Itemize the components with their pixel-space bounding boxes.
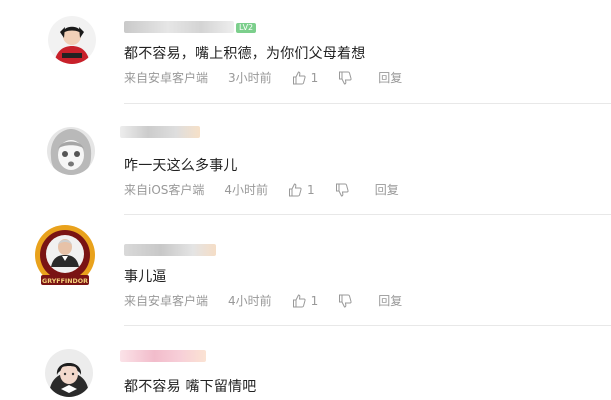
comment-source: 来自安卓客户端	[124, 71, 209, 85]
comment-meta: 来自安卓客户端 4小时前 1 回复	[124, 292, 402, 309]
thumbs-up-icon	[292, 293, 306, 307]
comment-time: 4小时前	[228, 294, 272, 308]
thumbs-down-icon	[335, 183, 349, 197]
comment-list: LV2 都不容易，嘴上积德，为你们父母着想 来自安卓客户端 3小时前 1 回复	[0, 0, 611, 400]
comment-item: 都不容易 嘴下留情吧	[0, 326, 611, 400]
avatar[interactable]: GRYFFINDOR	[33, 223, 97, 291]
thumbs-down-icon	[339, 294, 352, 308]
comment-text: 都不容易 嘴下留情吧	[124, 379, 257, 395]
username-blurred[interactable]	[124, 21, 234, 33]
username-blurred[interactable]	[120, 350, 206, 362]
avatar[interactable]	[47, 127, 95, 175]
reply-button[interactable]: 回复	[378, 69, 402, 86]
like-count: 1	[307, 182, 315, 197]
comment-source: 来自iOS客户端	[124, 183, 205, 197]
comment-meta: 来自安卓客户端 3小时前 1 回复	[124, 69, 402, 86]
username-blurred[interactable]	[124, 244, 216, 256]
reply-button[interactable]: 回复	[375, 181, 399, 198]
comment-item: GRYFFINDOR 事儿逼 来自安卓客户端 4小时前 1 回复	[0, 215, 611, 326]
level-badge: LV2	[236, 23, 257, 33]
comment-time: 4小时前	[224, 183, 269, 197]
comment-source: 来自安卓客户端	[124, 294, 209, 308]
thumbs-down-icon	[339, 71, 352, 85]
like-count: 1	[310, 293, 319, 308]
username-blurred[interactable]	[120, 126, 200, 138]
comment-time: 3小时前	[228, 71, 272, 85]
avatar[interactable]	[48, 16, 96, 64]
thumbs-up-icon	[292, 70, 306, 84]
comment-item: 咋一天这么多事儿 来自iOS客户端 4小时前 1 回复	[0, 104, 611, 215]
dislike-button[interactable]	[335, 183, 349, 197]
like-button[interactable]: 1	[292, 70, 319, 85]
dislike-button[interactable]	[338, 294, 352, 308]
like-count: 1	[310, 70, 319, 85]
dislike-button[interactable]	[338, 71, 352, 85]
comment-item: LV2 都不容易，嘴上积德，为你们父母着想 来自安卓客户端 3小时前 1 回复	[0, 0, 611, 104]
comment-text: 咋一天这么多事儿	[124, 158, 238, 174]
comment-text: 事儿逼	[124, 269, 167, 285]
comment-text: 都不容易，嘴上积德，为你们父母着想	[124, 46, 366, 62]
avatar[interactable]	[45, 349, 93, 397]
thumbs-up-icon	[289, 182, 302, 196]
comment-meta: 来自iOS客户端 4小时前 1 回复	[124, 181, 399, 198]
like-button[interactable]: 1	[292, 293, 319, 308]
avatar-banner-text: GRYFFINDOR	[42, 278, 88, 285]
like-button[interactable]: 1	[288, 183, 315, 197]
reply-button[interactable]: 回复	[378, 292, 402, 309]
